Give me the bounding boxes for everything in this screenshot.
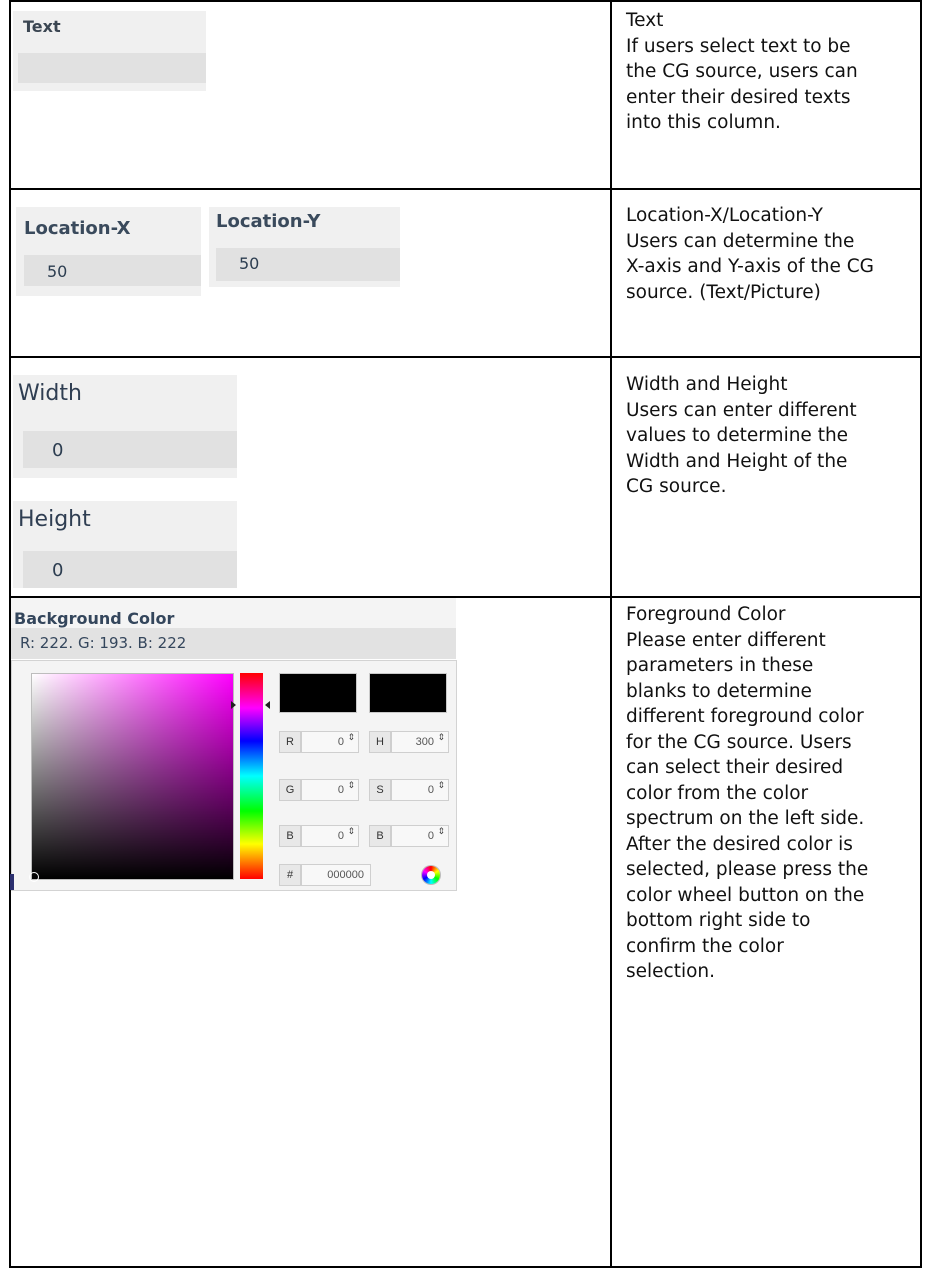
description-title: Width and Height bbox=[626, 374, 788, 395]
description-line: Users can determine the bbox=[626, 230, 855, 252]
description-title: Foreground Color bbox=[626, 604, 786, 625]
column-divider bbox=[610, 0, 612, 1268]
text-input[interactable] bbox=[18, 53, 206, 83]
red-field-label: R bbox=[279, 731, 301, 753]
description-line: the CG source, users can bbox=[626, 61, 858, 82]
hue-pointer-left bbox=[231, 701, 236, 709]
text-description: Text If users select text to be the CG s… bbox=[626, 8, 911, 136]
picker-left-marker bbox=[10, 874, 14, 890]
hex-field-value[interactable]: 000000 bbox=[301, 864, 371, 886]
color-spectrum[interactable] bbox=[29, 673, 234, 882]
rgb-readout-bar: R: 222. G: 193. B: 222 bbox=[11, 628, 456, 659]
width-value: 0 bbox=[52, 440, 64, 461]
color-picker-panel: R 0 ⇕ G 0 ⇕ B 0 ⇕ H 300 ⇕ S 0 ⇕ B 0 ⇕ # … bbox=[10, 660, 457, 891]
description-line: source. (Text/Picture) bbox=[626, 281, 821, 303]
spin-arrows-icon[interactable]: ⇕ bbox=[437, 826, 445, 836]
spin-arrows-icon[interactable]: ⇕ bbox=[347, 780, 355, 790]
description-line: confirm the color bbox=[626, 935, 784, 957]
description-line: spectrum on the left side. bbox=[626, 808, 865, 829]
description-line: Width and Height of the bbox=[626, 450, 848, 472]
width-label: Width bbox=[18, 381, 82, 406]
row-divider-1 bbox=[9, 188, 922, 190]
description-line: different foreground color bbox=[626, 706, 864, 727]
location-y-label: Location-Y bbox=[216, 211, 321, 232]
hue-field-label: H bbox=[369, 731, 391, 753]
saturation-field[interactable]: S 0 ⇕ bbox=[369, 779, 449, 801]
location-y-value: 50 bbox=[239, 254, 260, 273]
description-line: enter their desired texts bbox=[626, 86, 851, 108]
rgb-readout: R: 222. G: 193. B: 222 bbox=[20, 634, 187, 652]
height-label: Height bbox=[18, 507, 91, 532]
description-line: blanks to determine bbox=[626, 680, 812, 702]
hue-slider[interactable] bbox=[240, 673, 263, 879]
description-line: selected, please press the bbox=[626, 859, 869, 880]
description-line: Please enter different bbox=[626, 629, 826, 651]
spin-arrows-icon[interactable]: ⇕ bbox=[347, 826, 355, 836]
description-line: for the CG source. Users bbox=[626, 731, 852, 753]
height-widget-screenshot: Height 0 bbox=[13, 501, 237, 588]
hex-field[interactable]: # 000000 bbox=[279, 864, 371, 886]
text-widget-screenshot: Text bbox=[13, 11, 206, 91]
size-description: Width and Height Users can enter differe… bbox=[626, 372, 911, 500]
spin-arrows-icon[interactable]: ⇕ bbox=[437, 732, 445, 742]
description-line: CG source. bbox=[626, 476, 727, 497]
spectrum-cursor[interactable] bbox=[29, 872, 39, 882]
description-title: Location-X/Location-Y bbox=[626, 205, 823, 226]
new-color-swatch bbox=[279, 673, 357, 713]
current-color-swatch bbox=[369, 673, 447, 713]
red-field[interactable]: R 0 ⇕ bbox=[279, 731, 359, 753]
description-line: values to determine the bbox=[626, 425, 849, 446]
spin-arrows-icon[interactable]: ⇕ bbox=[437, 780, 445, 790]
blue-field-label: B bbox=[279, 825, 301, 847]
brightness-field[interactable]: B 0 ⇕ bbox=[369, 825, 449, 847]
width-input[interactable]: 0 bbox=[23, 431, 237, 468]
description-line: can select their desired bbox=[626, 757, 844, 778]
description-line: bottom right side to bbox=[626, 910, 811, 931]
description-title: Text bbox=[626, 10, 664, 31]
saturation-field-label: S bbox=[369, 779, 391, 801]
location-description: Location-X/Location-Y Users can determin… bbox=[626, 203, 911, 305]
description-line: color from the color bbox=[626, 782, 809, 804]
height-value: 0 bbox=[52, 560, 64, 581]
green-field-label: G bbox=[279, 779, 301, 801]
table-right-border bbox=[920, 0, 922, 1268]
description-line: selection. bbox=[626, 961, 716, 982]
color-wheel-center bbox=[427, 871, 435, 879]
height-input[interactable]: 0 bbox=[23, 551, 237, 588]
location-y-input[interactable]: 50 bbox=[216, 248, 400, 281]
text-field-label: Text bbox=[23, 17, 61, 36]
brightness-field-label: B bbox=[369, 825, 391, 847]
background-color-label: Background Color bbox=[14, 609, 175, 628]
green-field[interactable]: G 0 ⇕ bbox=[279, 779, 359, 801]
row-divider-2 bbox=[9, 356, 922, 358]
color-wheel-icon[interactable] bbox=[422, 866, 440, 884]
table-bottom-border bbox=[9, 1266, 922, 1268]
hex-field-label: # bbox=[279, 864, 301, 886]
description-line: Users can enter different bbox=[626, 399, 857, 421]
location-y-widget-screenshot: Location-Y 50 bbox=[209, 207, 400, 287]
location-x-widget-screenshot: Location-X 50 bbox=[16, 207, 201, 296]
table-top-border bbox=[9, 0, 922, 2]
description-line: into this column. bbox=[626, 112, 781, 133]
description-line: X-axis and Y-axis of the CG bbox=[626, 256, 874, 277]
width-widget-screenshot: Width 0 bbox=[13, 375, 237, 478]
description-line: After the desired color is bbox=[626, 833, 853, 855]
hue-pointer-right bbox=[265, 701, 270, 709]
spin-arrows-icon[interactable]: ⇕ bbox=[347, 732, 355, 742]
blue-field[interactable]: B 0 ⇕ bbox=[279, 825, 359, 847]
hue-field[interactable]: H 300 ⇕ bbox=[369, 731, 449, 753]
location-x-input[interactable]: 50 bbox=[24, 255, 201, 286]
location-x-value: 50 bbox=[47, 262, 68, 281]
description-line: parameters in these bbox=[626, 655, 814, 676]
location-x-label: Location-X bbox=[24, 218, 131, 239]
description-line: color wheel button on the bbox=[626, 884, 865, 906]
foreground-color-description: Foreground Color Please enter different … bbox=[626, 602, 911, 985]
description-line: If users select text to be bbox=[626, 35, 851, 57]
